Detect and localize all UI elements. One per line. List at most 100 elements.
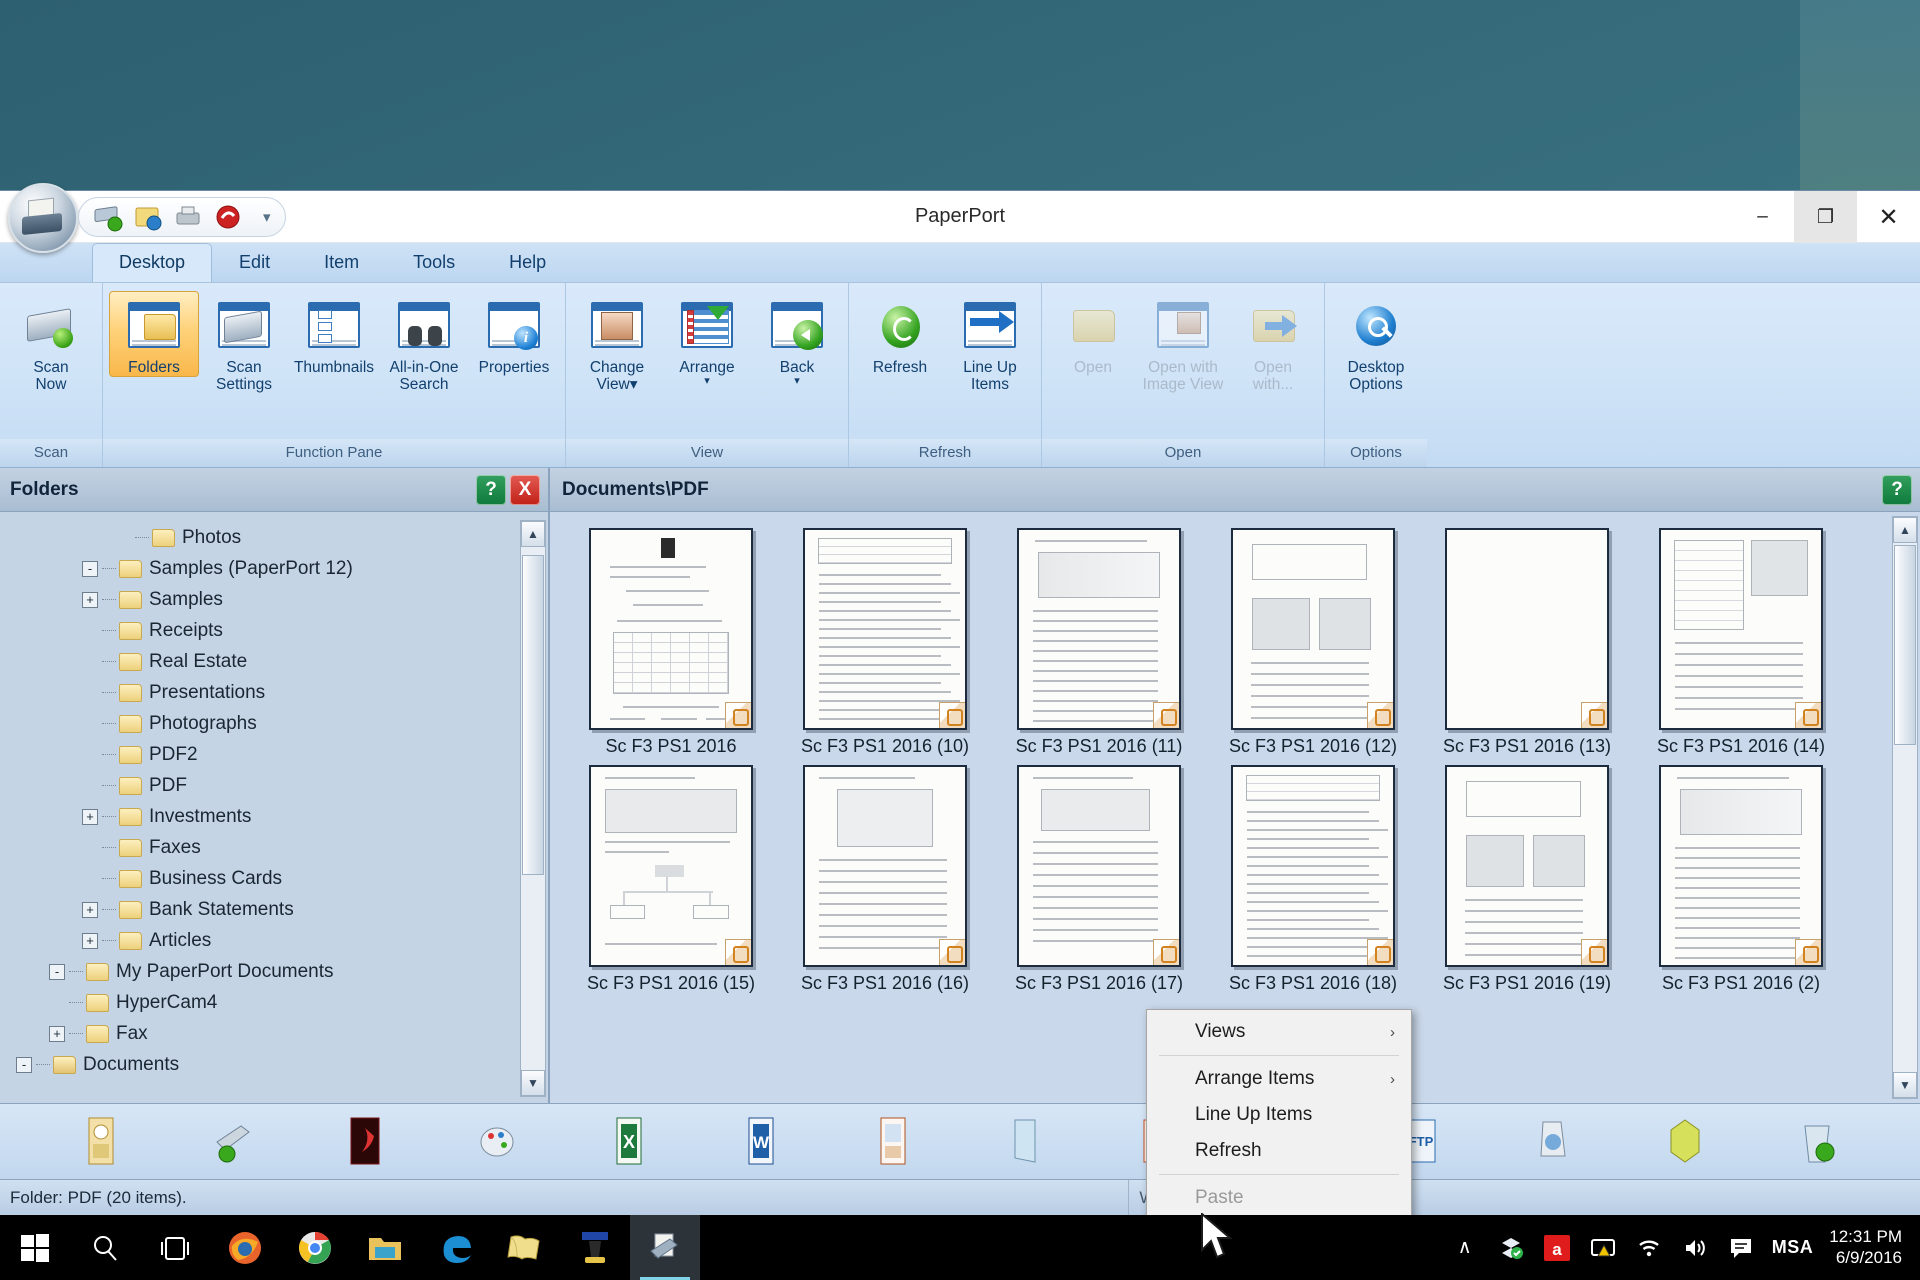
desktop-help-button[interactable]: ? [1882, 474, 1912, 505]
paint-icon[interactable] [475, 1116, 521, 1168]
action-center-icon[interactable] [1726, 1233, 1756, 1263]
context-menu-item-views[interactable]: Views › [1147, 1014, 1411, 1050]
thumbnail-preview[interactable] [803, 765, 967, 967]
thumbnail-item[interactable]: Sc F3 PS1 2016 (18) [1210, 765, 1416, 994]
ribbon-button-folders[interactable]: Folders [109, 291, 199, 378]
tab-item[interactable]: Item [297, 243, 386, 282]
ribbon-button-thumbnails[interactable]: Thumbnails [289, 291, 379, 377]
folders-scroll-thumb[interactable] [522, 555, 544, 875]
thumbnail-preview[interactable] [1231, 765, 1395, 967]
thumbnail-preview[interactable] [1659, 765, 1823, 967]
thumbnail-item[interactable]: Sc F3 PS1 2016 (14) [1638, 528, 1844, 757]
volume-icon[interactable] [1680, 1233, 1710, 1263]
close-button[interactable]: ✕ [1857, 191, 1920, 243]
send-to-item[interactable] [1752, 1116, 1884, 1168]
send-to-item[interactable]: X [564, 1116, 696, 1168]
chrome-button[interactable] [280, 1215, 350, 1280]
scanner-item-icon[interactable] [211, 1116, 257, 1168]
dark-app-button[interactable] [560, 1215, 630, 1280]
thumbnail-preview[interactable] [1017, 528, 1181, 730]
send-to-item[interactable] [168, 1116, 300, 1168]
context-menu-item-line-up-items[interactable]: Line Up Items [1147, 1097, 1411, 1133]
ribbon-button-caret-icon[interactable]: ▾ [794, 376, 800, 387]
ribbon-button-arrange[interactable]: Arrange ▾ [662, 291, 752, 388]
tree-item[interactable]: - Samples (PaperPort 12) [6, 553, 548, 584]
tree-item[interactable]: + Samples [6, 584, 548, 615]
search-button[interactable] [70, 1215, 140, 1280]
minimize-button[interactable]: – [1731, 191, 1794, 243]
tree-item[interactable]: - My PaperPort Documents [6, 956, 548, 987]
wifi-icon[interactable] [1634, 1233, 1664, 1263]
thumbnail-item[interactable]: Sc F3 PS1 2016 (11) [996, 528, 1202, 757]
tree-toggle-icon[interactable]: + [82, 932, 98, 949]
recycle-bin-icon[interactable] [1795, 1116, 1841, 1168]
tab-desktop[interactable]: Desktop [92, 243, 213, 282]
send-to-item[interactable] [432, 1116, 564, 1168]
thumbnails-scroll-thumb[interactable] [1894, 545, 1916, 745]
tree-item[interactable]: Real Estate [6, 646, 548, 677]
thumbnail-preview[interactable] [803, 528, 967, 730]
thumbnails-scroll-up-icon[interactable]: ▲ [1893, 517, 1917, 543]
ribbon-button-desktop-options[interactable]: Desktop Options [1331, 291, 1421, 395]
powerpoint-icon[interactable] [871, 1116, 917, 1168]
start-button[interactable] [0, 1215, 70, 1280]
notepad-icon[interactable] [1003, 1116, 1049, 1168]
tree-toggle-icon[interactable]: - [16, 1056, 32, 1073]
send-to-item[interactable] [1620, 1116, 1752, 1168]
file-explorer-button[interactable] [350, 1215, 420, 1280]
thumbnail-item[interactable]: Sc F3 PS1 2016 (19) [1424, 765, 1630, 994]
ribbon-button-caret-icon[interactable]: ▾ [704, 376, 710, 387]
tree-toggle-icon[interactable]: - [82, 560, 98, 577]
folders-scrollbar[interactable]: ▲ ▼ [520, 520, 546, 1097]
tab-edit[interactable]: Edit [212, 243, 297, 282]
tree-toggle-icon[interactable]: + [82, 901, 98, 918]
folder-app-button[interactable] [490, 1215, 560, 1280]
ribbon-button-properties[interactable]: i Properties [469, 291, 559, 377]
thumbnail-preview[interactable] [1231, 528, 1395, 730]
tree-item[interactable]: Presentations [6, 677, 548, 708]
ribbon-button-scan-now[interactable]: Scan Now [6, 291, 96, 395]
send-to-item[interactable] [36, 1116, 168, 1168]
tree-toggle-icon[interactable]: + [82, 808, 98, 825]
dropbox-icon[interactable] [1496, 1233, 1526, 1263]
thumbnail-item[interactable]: Sc F3 PS1 2016 (13) [1424, 528, 1630, 757]
thumbnail-item[interactable]: Sc F3 PS1 2016 (16) [782, 765, 988, 994]
maximize-button[interactable]: ❐ [1794, 191, 1857, 243]
record-icon[interactable] [1663, 1116, 1709, 1168]
send-to-item[interactable] [960, 1116, 1092, 1168]
folders-help-button[interactable]: ? [476, 474, 506, 505]
tree-item[interactable]: PDF [6, 770, 548, 801]
ribbon-button-change-view[interactable]: Change View▾ [572, 291, 662, 395]
show-hidden-icons-icon[interactable]: ∧ [1450, 1233, 1480, 1263]
tree-item[interactable]: + Investments [6, 801, 548, 832]
tab-tools[interactable]: Tools [386, 243, 482, 282]
tree-toggle-icon[interactable]: + [49, 1025, 65, 1042]
avira-icon[interactable]: a [1542, 1233, 1572, 1263]
send-to-item[interactable] [828, 1116, 960, 1168]
folders-close-button[interactable]: X [510, 474, 540, 505]
thumbnail-item[interactable]: Sc F3 PS1 2016 (12) [1210, 528, 1416, 757]
ribbon-button-refresh[interactable]: Refresh [855, 291, 945, 377]
thumbnail-item[interactable]: Sc F3 PS1 2016 (10) [782, 528, 988, 757]
tree-item[interactable]: - Documents [6, 1049, 548, 1080]
folders-scroll-up-icon[interactable]: ▲ [521, 521, 545, 547]
tree-item[interactable]: HyperCam4 [6, 987, 548, 1018]
task-view-button[interactable] [140, 1215, 210, 1280]
thumbnail-preview[interactable] [589, 528, 753, 730]
ribbon-button-scan-settings[interactable]: Scan Settings [199, 291, 289, 395]
thumbnail-preview[interactable] [589, 765, 753, 967]
thumbnail-preview[interactable] [1445, 528, 1609, 730]
tree-item[interactable]: Business Cards [6, 863, 548, 894]
send-to-item[interactable] [1488, 1116, 1620, 1168]
send-to-item[interactable] [300, 1116, 432, 1168]
tree-item[interactable]: + Fax [6, 1018, 548, 1049]
thumbnail-item[interactable]: Sc F3 PS1 2016 (17) [996, 765, 1202, 994]
thumbnail-item[interactable]: Sc F3 PS1 2016 (15) [568, 765, 774, 994]
thumbnails-scroll-down-icon[interactable]: ▼ [1893, 1072, 1917, 1098]
tree-item[interactable]: Faxes [6, 832, 548, 863]
tree-item[interactable]: + Bank Statements [6, 894, 548, 925]
paperport-item-icon[interactable] [79, 1116, 125, 1168]
thumbnail-preview[interactable] [1017, 765, 1181, 967]
folders-scroll-down-icon[interactable]: ▼ [521, 1070, 545, 1096]
excel-icon[interactable]: X [607, 1116, 653, 1168]
